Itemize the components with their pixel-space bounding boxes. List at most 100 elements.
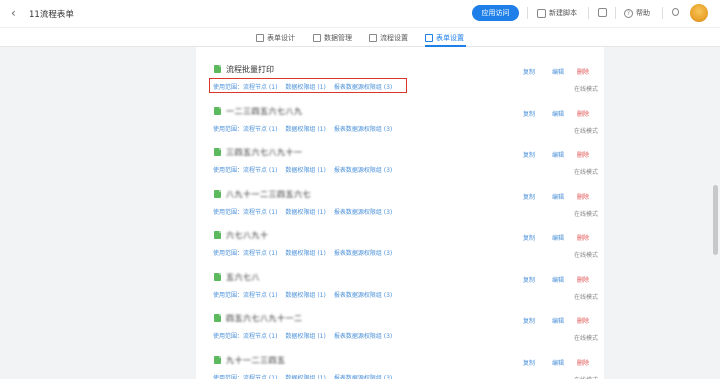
bell-icon [672, 8, 679, 16]
edit-button[interactable]: 编辑 [552, 358, 564, 367]
edit-button[interactable]: 编辑 [552, 316, 564, 325]
edit-button[interactable]: 编辑 [552, 275, 564, 284]
delete-button[interactable]: 删除 [577, 358, 589, 367]
usage-scope-link[interactable]: 使用范围：流程节点 (1) [213, 290, 277, 299]
data-permission-link[interactable]: 数据权限组 (1) [285, 124, 325, 133]
edit-button[interactable]: 编辑 [552, 67, 564, 76]
delete-button[interactable]: 删除 [577, 150, 589, 159]
mode-label: 在线模式 [573, 169, 598, 176]
template-title: 四五六七八九十一二 [226, 314, 303, 323]
document-icon [214, 231, 221, 239]
chevron-left-icon[interactable]: ‹ [11, 6, 16, 20]
app-access-button[interactable]: 应用访问 [472, 5, 519, 21]
document-icon [214, 272, 221, 281]
document-icon [214, 106, 221, 115]
usage-scope-link[interactable]: 使用范围：流程节点 (1) [213, 207, 277, 216]
template-title: 九十一二三四五 [226, 355, 286, 365]
tab-label: 数据管理 [324, 34, 352, 42]
document-icon [214, 65, 221, 73]
scrollbar[interactable] [713, 185, 718, 255]
delete-button[interactable]: 删除 [577, 316, 589, 325]
data-permission-link[interactable]: 数据权限组 (1) [285, 165, 325, 174]
template-row: 六七八九十 复制 编辑 删除使用范围：流程节点 (1) 数据权限组 (1) 报表数据源权限… [213, 230, 598, 270]
copy-button[interactable]: 复制 [523, 109, 535, 118]
mode-label: 在线模式 [573, 86, 598, 93]
new-script-button[interactable]: 新建脚本 [537, 8, 577, 18]
settings-tabs: 表单设计 数据管理 流程设置 表单设置 [0, 27, 720, 47]
template-row: 三四五六七八九十一 复制 编辑 删除 使用范围：流程节点 (1) 数据权限组 (1) 报表数… [213, 147, 598, 187]
edit-button[interactable]: 编辑 [552, 109, 564, 118]
usage-scope-link[interactable]: 使用范围：流程节点 (1) [213, 165, 277, 174]
process-icon [369, 34, 377, 42]
copy-button[interactable]: 复制 [523, 67, 535, 76]
data-permission-link[interactable]: 数据权限组 (1) [285, 331, 325, 340]
report-source-permission-link[interactable]: 报表数据源权限组 (3) [334, 331, 392, 340]
copy-button[interactable]: 复制 [523, 316, 535, 325]
preview-button[interactable] [598, 8, 607, 17]
top-bar: ‹ 11流程表单 应用访问 新建脚本 ? 帮助 [0, 0, 720, 27]
question-icon: ? [624, 8, 633, 18]
document-icon [214, 314, 221, 322]
delete-button[interactable]: 删除 [577, 109, 589, 118]
report-source-permission-link[interactable]: 报表数据源权限组 (3) [334, 290, 392, 299]
delete-button[interactable]: 删除 [577, 192, 589, 201]
tab-form-settings[interactable]: 表单设置 [425, 33, 464, 43]
mode-label: 在线模式 [574, 375, 598, 379]
delete-button[interactable]: 删除 [577, 67, 589, 76]
help-button[interactable]: ? 帮助 [624, 8, 650, 18]
data-management-icon [313, 34, 321, 42]
report-source-permission-link[interactable]: 报表数据源权限组 (3) [334, 248, 392, 257]
usage-scope-link[interactable]: 使用范围：流程节点 (1) [213, 373, 277, 379]
usage-scope-link[interactable]: 使用范围：流程节点 (1) [213, 248, 277, 257]
data-permission-link[interactable]: 数据权限组 (1) [285, 248, 325, 257]
mode-label: 在线模式 [573, 293, 598, 301]
document-icon [214, 355, 221, 364]
copy-button[interactable]: 复制 [523, 275, 535, 284]
permission-links: 使用范围：流程节点 (1) 数据权限组 (1) 报表数据源权限组 (3) [213, 165, 392, 174]
report-source-permission-link[interactable]: 报表数据源权限组 (3) [334, 124, 392, 133]
copy-button[interactable]: 复制 [523, 192, 535, 201]
template-row: 九十一二三四五 复制 编辑 删除使用范围：流程节点 (1) 数据权限组 (1) 报表数据源… [213, 355, 598, 379]
edit-button[interactable]: 编辑 [552, 233, 564, 242]
delete-button[interactable]: 删除 [577, 275, 589, 284]
data-permission-link[interactable]: 数据权限组 (1) [285, 290, 325, 299]
mode-label: 在线模式 [573, 335, 598, 342]
data-permission-link[interactable]: 数据权限组 (1) [285, 207, 325, 216]
edit-button[interactable]: 编辑 [552, 150, 564, 159]
copy-button[interactable]: 复制 [523, 233, 535, 242]
data-permission-link[interactable]: 数据权限组 (1) [285, 373, 325, 379]
copy-button[interactable]: 复制 [523, 358, 535, 367]
permission-links: 使用范围：流程节点 (1) 数据权限组 (1) 报表数据源权限组 (3) [213, 373, 392, 379]
edit-button[interactable]: 编辑 [552, 192, 564, 201]
tab-process-settings[interactable]: 流程设置 [369, 33, 408, 43]
new-script-label: 新建脚本 [549, 9, 577, 17]
tab-form-design[interactable]: 表单设计 [256, 33, 295, 43]
tab-data-management[interactable]: 数据管理 [313, 33, 352, 43]
report-source-permission-link[interactable]: 报表数据源权限组 (3) [334, 373, 392, 379]
divider [615, 7, 616, 19]
permission-links: 使用范围：流程节点 (1) 数据权限组 (1) 报表数据源权限组 (3) [213, 207, 392, 216]
usage-scope-link[interactable]: 使用范围：流程节点 (1) [213, 124, 277, 133]
highlight-box [209, 78, 407, 93]
document-icon [214, 189, 221, 198]
permission-links: 使用范围：流程节点 (1) 数据权限组 (1) 报表数据源权限组 (3) [213, 248, 392, 257]
delete-button[interactable]: 删除 [577, 233, 589, 242]
app-title: 11流程表单 [29, 10, 74, 20]
template-title: 八九十一二三四五六七 [226, 189, 311, 199]
notification-button[interactable] [672, 8, 679, 16]
permission-links: 使用范围：流程节点 (1) 数据权限组 (1) 报表数据源权限组 (3) [213, 331, 392, 340]
template-title: 六七八九十 [226, 231, 269, 240]
form-design-icon [256, 34, 264, 42]
tab-label: 表单设置 [436, 34, 464, 42]
usage-scope-link[interactable]: 使用范围：流程节点 (1) [213, 331, 277, 340]
report-source-permission-link[interactable]: 报表数据源权限组 (3) [334, 165, 392, 174]
template-row: 四五六七八九十一二 复制 编辑 删除使用范围：流程节点 (1) 数据权限组 (1) 报表数… [213, 313, 598, 353]
avatar[interactable] [690, 4, 708, 22]
mode-label: 在线模式 [573, 210, 598, 218]
report-source-permission-link[interactable]: 报表数据源权限组 (3) [334, 207, 392, 216]
template-title: 流程批量打印 [226, 65, 274, 74]
copy-button[interactable]: 复制 [523, 150, 535, 159]
template-row: 一二三四五六七八九 复制 编辑 删除 使用范围：流程节点 (1) 数据权限组 (1) 报表数… [213, 106, 598, 146]
script-icon [537, 8, 546, 18]
preview-icon [598, 8, 607, 17]
